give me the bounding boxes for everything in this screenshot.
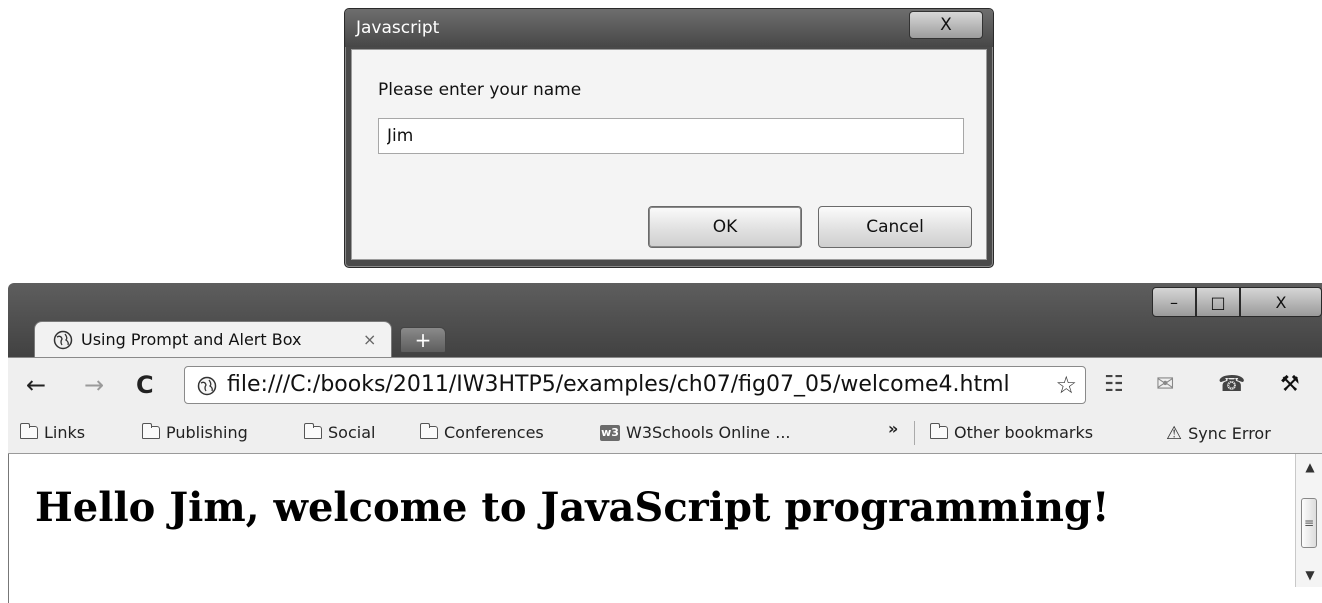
bookmark-w3schools[interactable]: w3 W3Schools Online ... (600, 423, 791, 442)
chat-icon[interactable]: ☎ (1218, 372, 1245, 397)
address-url[interactable]: file:///C:/books/2011/IW3HTP5/examples/c… (227, 372, 1027, 397)
minimize-icon: – (1170, 292, 1178, 312)
new-tab-button[interactable]: + (400, 327, 446, 353)
bookmark-star-icon[interactable]: ☆ (1055, 371, 1077, 399)
dialog-body: Please enter your name OK Cancel (351, 49, 987, 260)
bookmarks-bar: Links Publishing Social Conferences w3 W… (8, 413, 1322, 454)
page-globe-icon (197, 376, 217, 396)
scroll-up-icon[interactable]: ▲ (1296, 460, 1322, 474)
folder-icon (930, 423, 948, 439)
bookmarks-separator (914, 421, 915, 445)
tab-close-icon[interactable]: × (363, 330, 376, 349)
page-heading: Hello Jim, welcome to JavaScript program… (35, 484, 1110, 531)
sync-error[interactable]: ⚠ Sync Error (1166, 423, 1271, 444)
cancel-button[interactable]: Cancel (818, 206, 972, 248)
vertical-scrollbar[interactable]: ▲ ≡ ▼ (1295, 454, 1322, 587)
bookmark-label: Publishing (166, 423, 248, 442)
ok-button[interactable]: OK (648, 206, 802, 248)
chevron-right-icon: » (888, 419, 899, 438)
bookmark-social[interactable]: Social (304, 423, 375, 442)
scroll-thumb[interactable]: ≡ (1301, 498, 1317, 548)
bookmark-label: Social (328, 423, 376, 442)
folder-icon (20, 423, 38, 439)
back-icon[interactable]: ← (26, 370, 46, 400)
prompt-dialog: Javascript X Please enter your name OK C… (344, 8, 994, 268)
bookmarks-overflow-button[interactable]: » (888, 419, 898, 438)
maximize-icon: □ (1210, 292, 1226, 312)
close-icon: X (1275, 292, 1287, 312)
bookmark-label: Conferences (444, 423, 544, 442)
window-controls: – □ X (1152, 287, 1322, 317)
address-bar[interactable]: file:///C:/books/2011/IW3HTP5/examples/c… (184, 366, 1086, 404)
page-content: Hello Jim, welcome to JavaScript program… (8, 454, 1322, 603)
dialog-message: Please enter your name (378, 80, 582, 100)
forward-icon[interactable]: → (84, 370, 104, 400)
folder-icon (142, 423, 160, 439)
grip-icon: ≡ (1303, 516, 1315, 530)
scroll-down-icon[interactable]: ▼ (1296, 568, 1322, 582)
maximize-button[interactable]: □ (1196, 287, 1240, 317)
w3schools-icon: w3 (600, 424, 620, 441)
name-input[interactable] (378, 118, 964, 154)
sync-error-label: Sync Error (1188, 424, 1271, 443)
bookmark-label: W3Schools Online ... (626, 423, 791, 442)
bookmark-label: Links (44, 423, 86, 442)
bookmark-conferences[interactable]: Conferences (420, 423, 544, 442)
globe-icon (53, 330, 73, 349)
mail-icon[interactable]: ✉ (1156, 372, 1174, 397)
translate-icon[interactable]: ☷ (1104, 372, 1124, 397)
bookmark-links[interactable]: Links (20, 423, 85, 442)
reload-icon[interactable]: C (136, 370, 154, 400)
folder-icon (420, 423, 438, 439)
warning-icon: ⚠ (1166, 423, 1183, 444)
minimize-button[interactable]: – (1152, 287, 1196, 317)
other-bookmarks-label: Other bookmarks (954, 423, 1094, 442)
navigation-toolbar: ← → C file:///C:/books/2011/IW3HTP5/exam… (8, 357, 1322, 414)
dialog-titlebar[interactable]: Javascript X (345, 9, 993, 47)
plus-icon: + (414, 328, 432, 352)
other-bookmarks[interactable]: Other bookmarks (930, 423, 1093, 442)
browser-window: – □ X Using Prompt and Alert Box × + ← →… (8, 283, 1322, 603)
tab-title: Using Prompt and Alert Box (81, 330, 302, 349)
folder-icon (304, 423, 322, 439)
dialog-close-button[interactable]: X (909, 11, 983, 39)
window-close-button[interactable]: X (1240, 287, 1322, 317)
close-icon: X (940, 15, 952, 35)
bookmark-publishing[interactable]: Publishing (142, 423, 248, 442)
dialog-title: Javascript (356, 18, 440, 38)
wrench-icon[interactable]: ⚒ (1280, 372, 1300, 397)
tab-active[interactable]: Using Prompt and Alert Box × (34, 321, 392, 357)
